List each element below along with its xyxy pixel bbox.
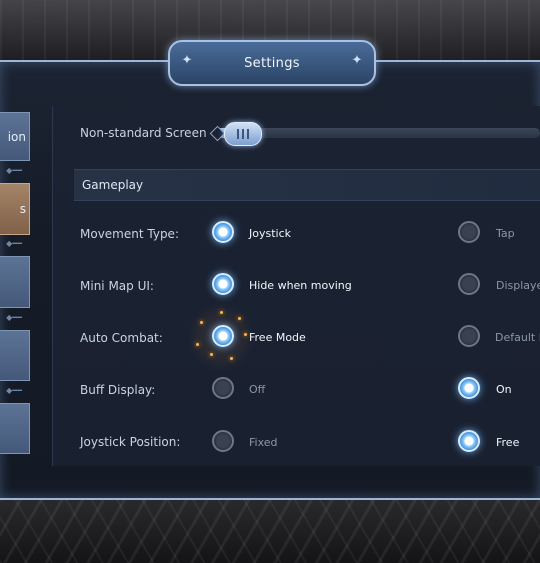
auto-combat-label: Auto Combat: [80, 331, 163, 345]
tab-2[interactable]: s [0, 183, 30, 235]
movement-type-option2-radio[interactable] [458, 221, 480, 243]
auto-combat-option1-radio[interactable] [212, 325, 234, 347]
movement-type-option1-radio[interactable] [212, 221, 234, 243]
tab-1-label: ion [7, 129, 26, 144]
mini-map-option1-label[interactable]: Hide when moving [249, 279, 352, 292]
tab-separator-icon: ◆━━ [6, 166, 22, 175]
joystick-position-option1-label[interactable]: Fixed [249, 436, 278, 449]
screen-label: Non-standard Screen [80, 126, 207, 140]
buff-display-option2-label[interactable]: On [496, 383, 512, 396]
ornament-left-icon: ✦ [181, 53, 193, 68]
movement-type-option1-label[interactable]: Joystick [249, 227, 291, 240]
mini-map-option2-label[interactable]: Displayed [496, 279, 540, 292]
movement-type-label: Movement Type: [80, 227, 179, 241]
tab-3[interactable] [0, 256, 30, 308]
joystick-position-option1-radio[interactable] [212, 430, 234, 452]
mini-map-option1-radio[interactable] [212, 273, 234, 295]
joystick-position-option2-radio[interactable] [458, 430, 480, 452]
auto-combat-option2-label[interactable]: Default M [495, 331, 540, 344]
section-title: Gameplay [82, 178, 144, 192]
tab-1[interactable]: ion [0, 112, 30, 161]
buff-display-option2-radio[interactable] [458, 377, 480, 399]
joystick-position-option2-label[interactable]: Free [496, 436, 519, 449]
tab-separator-icon: ◆━━ [6, 239, 22, 248]
tab-4[interactable] [0, 330, 30, 381]
section-header: Gameplay [74, 169, 540, 201]
buff-display-option1-label[interactable]: Off [249, 383, 265, 396]
mini-map-option2-radio[interactable] [458, 273, 480, 295]
movement-type-option2-label[interactable]: Tap [496, 227, 515, 240]
screen-slider-track[interactable] [213, 128, 540, 138]
tab-separator-icon: ◆━━ [6, 313, 22, 322]
mini-map-label: Mini Map UI: [80, 279, 154, 293]
window-title: Settings [244, 55, 300, 71]
auto-combat-option2-radio[interactable] [458, 325, 480, 347]
auto-combat-option1-label[interactable]: Free Mode [249, 331, 306, 344]
background-scenery-bottom [0, 496, 540, 563]
screen-slider-handle[interactable] [224, 122, 263, 146]
tab-2-label: s [19, 202, 26, 216]
title-plate: ✦ Settings ✦ [168, 40, 376, 86]
joystick-position-label: Joystick Position: [80, 435, 181, 449]
buff-display-option1-radio[interactable] [212, 377, 234, 399]
buff-display-label: Buff Display: [80, 383, 156, 397]
tab-5[interactable] [0, 403, 30, 454]
ornament-right-icon: ✦ [351, 53, 363, 68]
tab-separator-icon: ◆━━ [6, 386, 22, 395]
